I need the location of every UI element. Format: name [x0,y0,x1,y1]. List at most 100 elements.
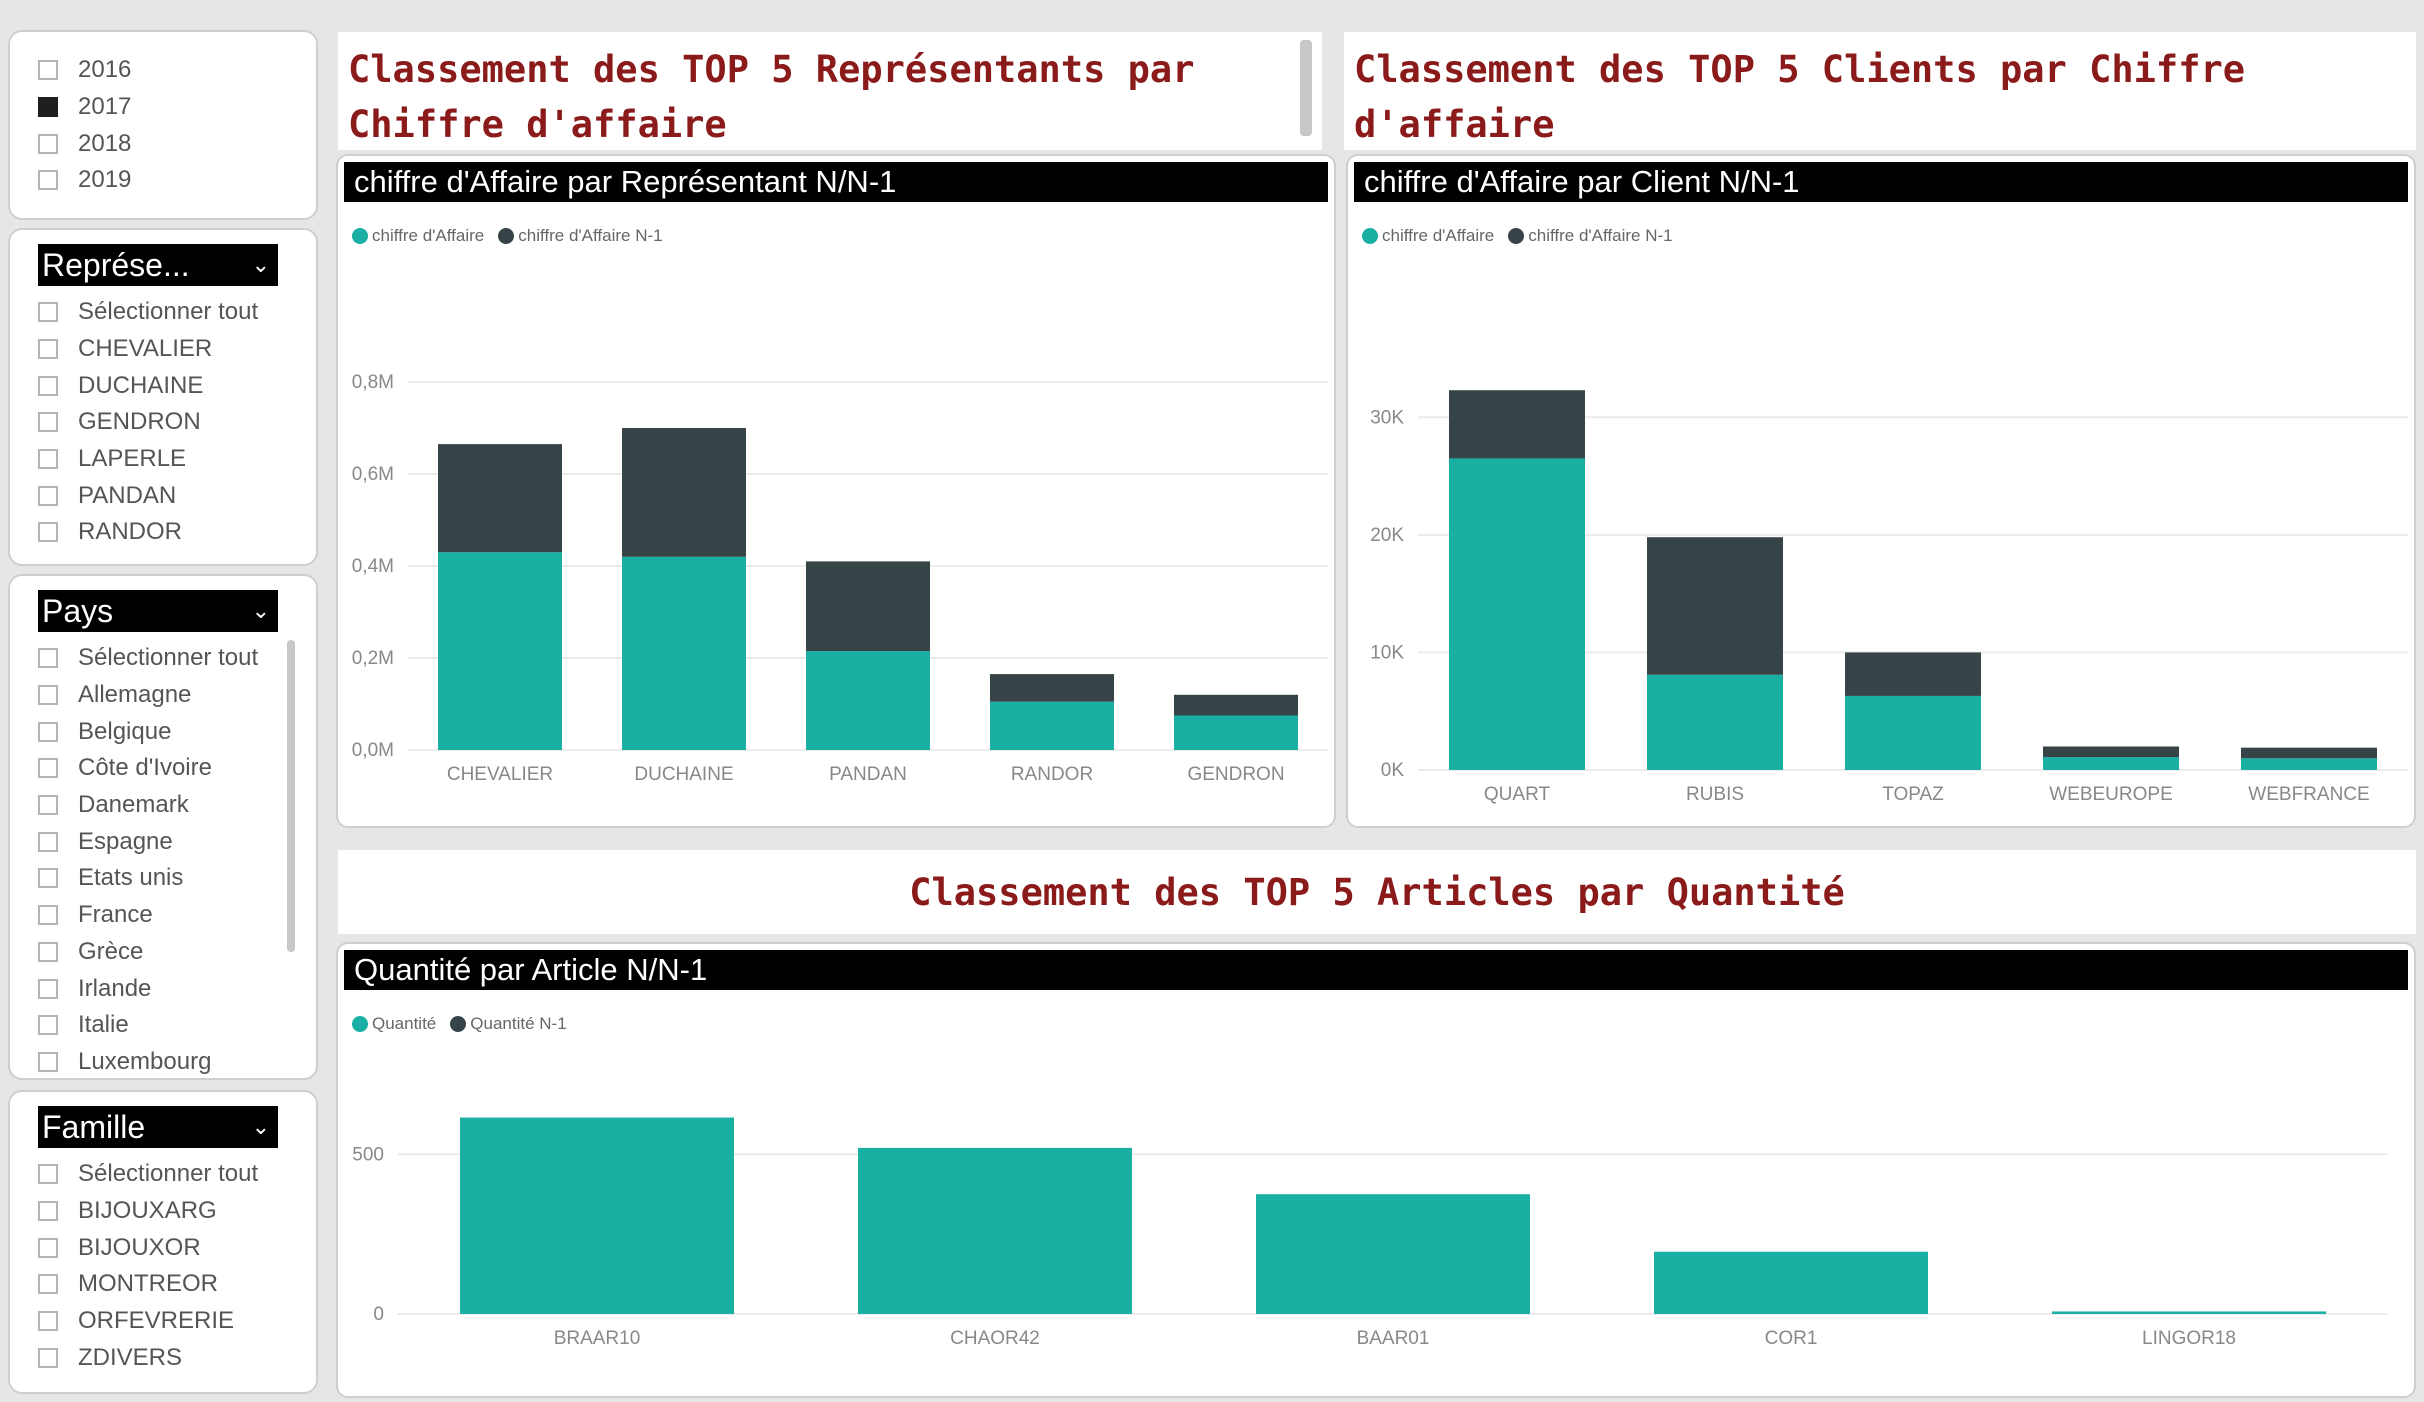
slicer-item[interactable]: MONTREOR [38,1266,302,1303]
slicer-item[interactable]: Etats unis [38,860,302,897]
chevron-down-icon[interactable]: ⌄ [252,598,270,624]
slicer-item[interactable]: Italie [38,1007,302,1044]
bar-previous[interactable] [2043,746,2179,758]
checkbox[interactable] [38,795,58,816]
bar-current[interactable] [1174,715,1298,751]
bar-previous[interactable] [1845,652,1981,696]
bar-current[interactable] [1654,1251,1928,1314]
bar-current[interactable] [622,556,746,750]
checkbox[interactable] [38,831,58,852]
slicer-item[interactable]: Grèce [38,934,302,971]
bar-current[interactable] [1449,458,1585,770]
pays-slicer-header[interactable]: Pays ⌄ [38,590,278,632]
checkbox[interactable] [38,1311,58,1332]
checkbox[interactable] [38,1237,58,1258]
bar-current[interactable] [2043,757,2179,770]
bar-current[interactable] [1256,1194,1530,1314]
checkbox[interactable] [38,302,58,323]
legend-item-current[interactable]: Quantité [352,1014,436,1034]
checkbox[interactable] [38,721,58,742]
bar-previous[interactable] [990,674,1114,702]
checkbox[interactable] [38,1201,58,1222]
slicer-item[interactable]: RANDOR [38,514,302,551]
slicer-item[interactable]: Belgique [38,713,302,750]
legend-item-previous[interactable]: chiffre d'Affaire N-1 [498,226,663,246]
slicer-item[interactable]: DUCHAINE [38,367,302,404]
bar-current[interactable] [2241,758,2377,770]
bar-current[interactable] [1647,674,1783,770]
slicer-item[interactable]: ORFEVRERIE [38,1303,302,1340]
checkbox[interactable] [38,522,58,543]
checkbox[interactable] [38,412,58,433]
bar-previous[interactable] [1647,537,1783,675]
checkbox[interactable] [38,133,58,154]
slicer-item[interactable]: Sélectionner tout [38,294,302,331]
bar-previous[interactable] [622,428,746,557]
slicer-item-label: DUCHAINE [78,371,204,399]
checkbox[interactable] [38,1274,58,1295]
bar-previous[interactable] [806,561,930,652]
checkbox[interactable] [38,648,58,669]
checkbox[interactable] [38,1015,58,1036]
checkbox[interactable] [38,97,58,118]
bar-previous[interactable] [438,444,562,553]
checkbox[interactable] [38,60,58,81]
checkbox[interactable] [38,685,58,706]
bar-previous[interactable] [1449,390,1585,459]
bar-current[interactable] [858,1147,1132,1314]
legend-item-current[interactable]: chiffre d'Affaire [352,226,484,246]
slicer-item[interactable]: Sélectionner tout [38,640,302,677]
checkbox[interactable] [38,978,58,999]
checkbox[interactable] [38,905,58,926]
slicer-item[interactable]: 2018 [38,125,302,162]
bar-current[interactable] [438,552,562,750]
checkbox[interactable] [38,375,58,396]
checkbox[interactable] [38,170,58,191]
reps-title-scrollbar[interactable] [1300,40,1312,136]
pays-scrollbar[interactable] [287,640,295,952]
rep-slicer-header[interactable]: Représe... ⌄ [38,244,278,286]
slicer-item[interactable]: 2016 [38,52,302,89]
slicer-item[interactable]: 2017 [38,89,302,126]
chevron-down-icon[interactable]: ⌄ [252,1114,270,1140]
slicer-item[interactable]: Allemagne [38,677,302,714]
slicer-item[interactable]: GENDRON [38,404,302,441]
bar-current[interactable] [1845,695,1981,770]
bar-previous[interactable] [1174,694,1298,716]
bar-previous[interactable] [2241,747,2377,759]
checkbox[interactable] [38,868,58,889]
slicer-item[interactable]: LAPERLE [38,441,302,478]
checkbox[interactable] [38,1347,58,1368]
bar-current[interactable] [460,1117,734,1314]
bar-current[interactable] [806,651,930,750]
checkbox[interactable] [38,449,58,470]
slicer-item[interactable]: BIJOUXARG [38,1193,302,1230]
legend-item-previous[interactable]: Quantité N-1 [450,1014,567,1034]
slicer-item[interactable]: BIJOUXOR [38,1229,302,1266]
slicer-item[interactable]: CHEVALIER [38,331,302,368]
slicer-item[interactable]: 2019 [38,162,302,199]
x-tick-label: BRAAR10 [554,1328,641,1349]
famille-slicer-header[interactable]: Famille ⌄ [38,1106,278,1148]
slicer-item[interactable]: Luxembourg [38,1044,302,1078]
checkbox[interactable] [38,1051,58,1072]
checkbox[interactable] [38,339,58,360]
slicer-item[interactable]: Côte d'Ivoire [38,750,302,787]
reps-chart-title: chiffre d'Affaire par Représentant N/N-1 [354,164,897,199]
bar-current[interactable] [2052,1311,2326,1314]
legend-item-previous[interactable]: chiffre d'Affaire N-1 [1508,226,1673,246]
bar-current[interactable] [990,701,1114,750]
slicer-item[interactable]: PANDAN [38,477,302,514]
slicer-item[interactable]: Espagne [38,823,302,860]
slicer-item[interactable]: Danemark [38,787,302,824]
checkbox[interactable] [38,1164,58,1185]
checkbox[interactable] [38,941,58,962]
slicer-item[interactable]: ZDIVERS [38,1339,302,1376]
chevron-down-icon[interactable]: ⌄ [252,252,270,278]
slicer-item[interactable]: France [38,897,302,934]
slicer-item[interactable]: Irlande [38,970,302,1007]
legend-item-current[interactable]: chiffre d'Affaire [1362,226,1494,246]
slicer-item[interactable]: Sélectionner tout [38,1156,302,1193]
checkbox[interactable] [38,485,58,506]
checkbox[interactable] [38,758,58,779]
